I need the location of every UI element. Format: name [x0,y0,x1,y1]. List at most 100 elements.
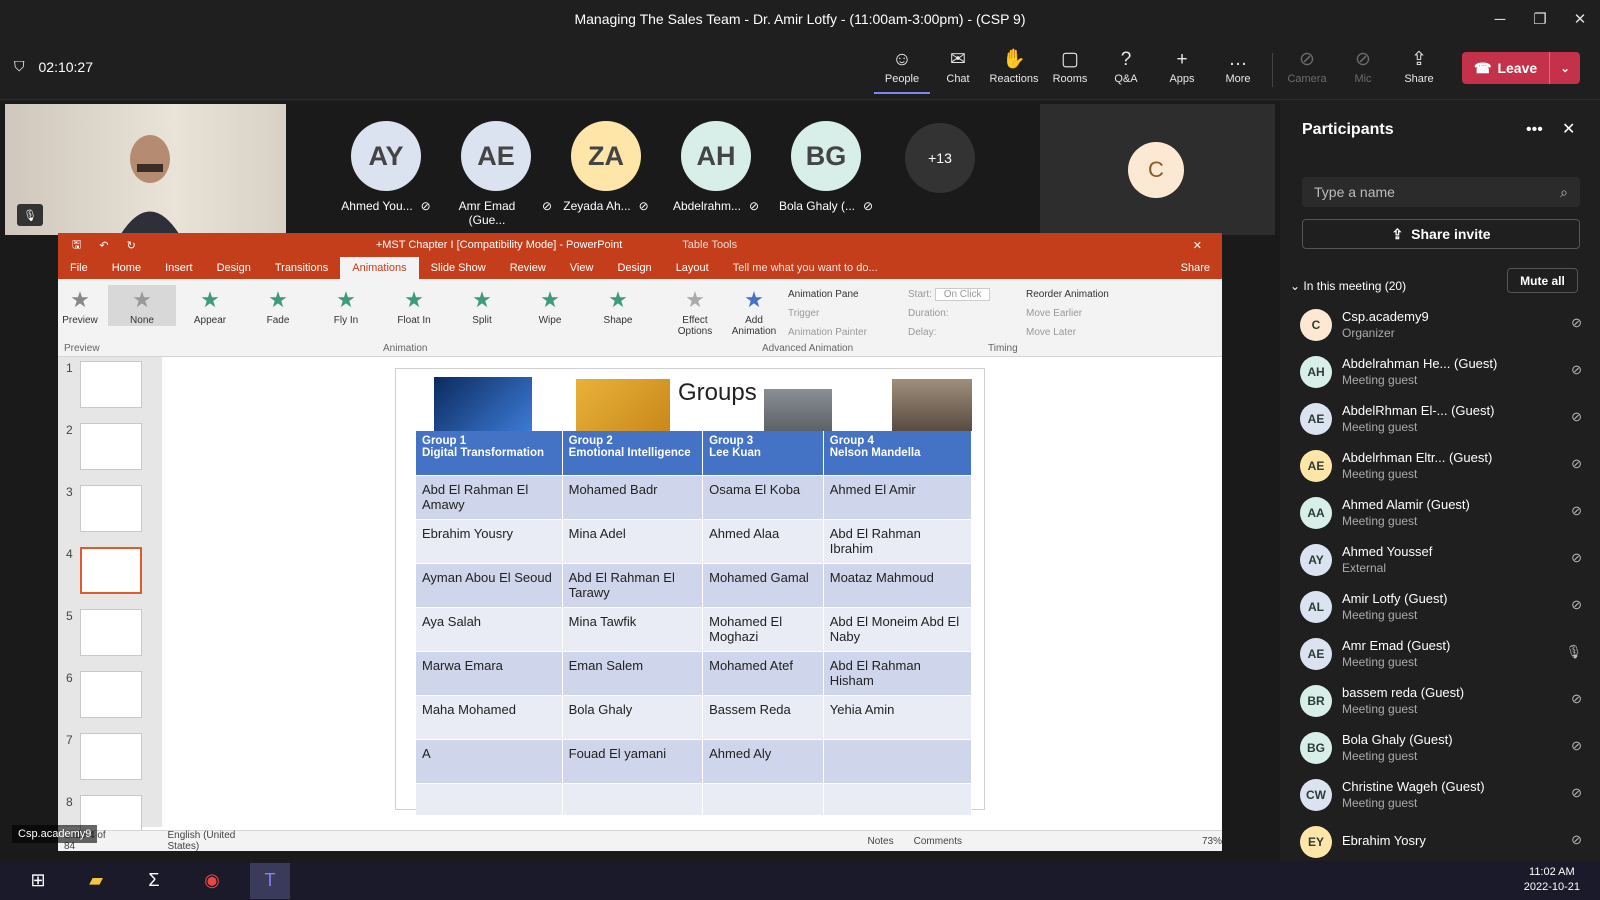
table-cell[interactable]: Osama El Koba [702,474,824,519]
clock[interactable]: 11:02 AM 2022-10-21 [1524,865,1580,895]
animation-painter-button[interactable]: Animation Painter [788,323,867,342]
ribbon-tab[interactable]: Design [205,257,263,279]
chrome-icon[interactable]: ◉ [192,863,232,899]
comments-button[interactable]: Comments [914,836,962,847]
animation-wipe[interactable]: ★ Wipe [516,285,584,326]
gallery-participant[interactable]: ZA Zeyada Ah... ⊘ [550,121,662,213]
delay-field[interactable]: Delay: [908,323,990,342]
table-cell[interactable]: Ahmed El Amir [823,474,973,519]
animation-float-in[interactable]: ★ Float In [380,285,448,326]
slide-thumbnail[interactable] [80,423,142,470]
gallery-participant[interactable]: BG Bola Ghaly (... ⊘ [770,121,882,213]
slide-canvas[interactable]: Groups Group 1 Digital Transformation Grou… [395,368,985,815]
group-header[interactable]: Group 1 Digital Transformation [416,431,563,475]
ribbon-tab[interactable]: Design [605,257,663,279]
table-cell[interactable]: Maha Mohamed [416,694,563,739]
share-invite-button[interactable]: ⇪ Share invite [1302,219,1580,249]
animation-appear[interactable]: ★ Appear [176,285,244,326]
ribbon-tab[interactable]: Review [498,257,558,279]
participant-item[interactable]: BG Bola Ghaly (Guest) Meeting guest ⊘ [1300,724,1590,771]
gallery-participant[interactable]: AE Amr Emad (Gue... ⊘ [440,121,552,227]
table-cell[interactable]: Abd El Rahman Ibrahim [823,518,973,563]
preview-button[interactable]: ★ Preview [58,285,102,326]
group-header[interactable]: Group 2 Emotional Intelligence [562,431,704,475]
file-explorer-icon[interactable]: ▰ [76,863,116,899]
group-header[interactable]: Group 4 Nelson Mandella [823,431,973,475]
slide-thumbnail[interactable] [80,485,142,532]
animation-none[interactable]: ★ None [108,285,176,326]
ribbon-tab[interactable]: Home [100,257,153,279]
table-cell[interactable]: Mohamed Atef [702,650,824,695]
slide-thumbnail[interactable] [80,609,142,656]
table-cell[interactable]: Moataz Mahmoud [823,562,973,607]
table-cell[interactable]: Aya Salah [416,606,563,651]
ppt-share-button[interactable]: Share [1169,257,1222,279]
add-animation-button[interactable]: ★ Add Animation [726,285,782,337]
start-select[interactable]: On Click [934,288,991,301]
ribbon-tab[interactable]: Slide Show [419,257,498,279]
move-later-button[interactable]: Move Later [1026,323,1109,342]
camera-button[interactable]: ⊘ Camera [1279,46,1335,94]
table-cell[interactable]: Fouad El yamani [562,738,704,783]
animation-split[interactable]: ★ Split [448,285,516,326]
table-cell[interactable]: Bola Ghaly [562,694,704,739]
ppt-close-icon[interactable]: ✕ [1193,239,1202,252]
participant-item[interactable]: AE Abdelrhman Eltr... (Guest) Meeting gues… [1300,442,1590,489]
animation-shape[interactable]: ★ Shape [584,285,652,326]
more-icon[interactable]: ••• [1526,121,1543,139]
table-cell[interactable]: Mohamed Badr [562,474,704,519]
participant-item[interactable]: C Csp.academy9 Organizer ⊘ [1300,301,1590,348]
animation-pane-button[interactable]: Animation Pane [788,285,867,304]
group-header[interactable]: Group 3 Lee Kuan [702,431,824,475]
slide-thumbnail[interactable] [80,547,142,594]
notes-button[interactable]: Notes [868,836,894,847]
ribbon-tab[interactable]: Animations [340,257,419,279]
slide-thumbnail[interactable] [80,361,142,408]
zoom-level[interactable]: 73% [1202,836,1222,847]
ribbon-tab[interactable]: Insert [153,257,205,279]
participant-item[interactable]: AL Amir Lotfy (Guest) Meeting guest ⊘ [1300,583,1590,630]
toolbar-chat-button[interactable]: ✉ Chat [930,46,986,94]
table-cell[interactable] [562,782,704,815]
mute-all-button[interactable]: Mute all [1507,268,1578,293]
participant-item[interactable]: AA Ahmed Alamir (Guest) Meeting guest ⊘ [1300,489,1590,536]
table-cell[interactable]: Abd El Rahman El Amawy [416,474,563,519]
table-cell[interactable]: Bassem Reda [702,694,824,739]
close-panel-icon[interactable]: ✕ [1562,119,1575,139]
share-button[interactable]: ⇪ Share [1391,46,1447,94]
table-cell[interactable]: Ahmed Aly [702,738,824,783]
table-cell[interactable]: Mohamed Gamal [702,562,824,607]
slide-thumbnail[interactable] [80,671,142,718]
save-icon[interactable]: 🖫 [72,236,81,255]
restore-icon[interactable]: ❐ [1520,0,1560,38]
table-cell[interactable]: Abd El Rahman Hisham [823,650,973,695]
toolbar-rooms-button[interactable]: ▢ Rooms [1042,46,1098,94]
participant-item[interactable]: AY Ahmed Youssef External ⊘ [1300,536,1590,583]
table-cell[interactable]: Mina Adel [562,518,704,563]
gallery-participant[interactable]: AH Abdelrahm... ⊘ [660,121,772,213]
windows-start-icon[interactable]: ⊞ [18,863,58,899]
table-cell[interactable] [823,782,973,815]
ribbon-tab[interactable]: View [558,257,606,279]
trigger-button[interactable]: Trigger [788,304,867,323]
participant-item[interactable]: BR bassem reda (Guest) Meeting guest ⊘ [1300,677,1590,724]
ribbon-tab[interactable]: File [58,257,100,279]
leave-button[interactable]: ☎ Leave ⌄ [1462,52,1580,84]
table-cell[interactable]: Mina Tawfik [562,606,704,651]
overflow-participants[interactable]: +13 [905,123,975,193]
animation-fade[interactable]: ★ Fade [244,285,312,326]
close-icon[interactable]: ✕ [1560,0,1600,38]
minimize-icon[interactable]: ─ [1480,0,1520,38]
animation-fly-in[interactable]: ★ Fly In [312,285,380,326]
toolbar-qa-button[interactable]: ? Q&A [1098,46,1154,94]
chevron-down-icon[interactable]: ⌄ [1550,62,1580,75]
slide-thumbnail[interactable] [80,733,142,780]
toolbar-people-button[interactable]: ☺ People [874,46,930,94]
move-earlier-button[interactable]: Move Earlier [1026,304,1109,323]
table-cell[interactable]: A [416,738,563,783]
search-input[interactable]: Type a name ⌕ [1302,177,1580,207]
participant-item[interactable]: AE AbdelRhman El-... (Guest) Meeting guest… [1300,395,1590,442]
participant-item[interactable]: AE Amr Emad (Guest) Meeting guest 🎙 [1300,630,1590,677]
in-meeting-section[interactable]: ⌄ In this meeting (20) [1290,279,1406,293]
gallery-participant[interactable]: AY Ahmed You... ⊘ [330,121,442,213]
